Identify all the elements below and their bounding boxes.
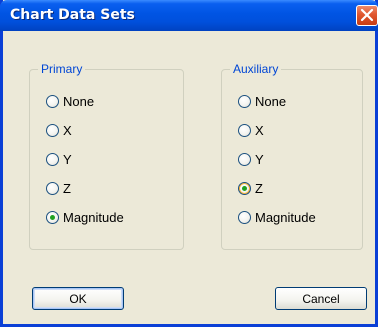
radio-label: None <box>63 93 95 109</box>
primary-radio-z[interactable]: Z <box>46 178 71 198</box>
primary-radio-none[interactable]: None <box>46 91 94 111</box>
auxiliary-radio-x[interactable]: X <box>238 120 264 140</box>
radio-label: Magnitude <box>63 209 124 225</box>
radio-label: X <box>255 122 264 138</box>
radio-button-selected[interactable] <box>238 181 251 195</box>
radio-button[interactable] <box>46 152 59 166</box>
chart-data-sets-dialog: Chart Data Sets Primary None X Y Z Magni… <box>0 0 378 327</box>
primary-group-legend: Primary <box>38 62 86 76</box>
radio-label: Magnitude <box>255 209 316 225</box>
radio-button[interactable] <box>238 94 251 108</box>
radio-label: Z <box>255 180 263 196</box>
ok-button[interactable]: OK <box>32 287 124 310</box>
dialog-title: Chart Data Sets <box>10 7 135 23</box>
radio-label: Y <box>63 151 72 167</box>
radio-button[interactable] <box>46 94 59 108</box>
title-bar[interactable]: Chart Data Sets <box>0 0 378 31</box>
primary-radio-magnitude[interactable]: Magnitude <box>46 207 124 227</box>
auxiliary-group-legend: Auxiliary <box>230 62 282 76</box>
radio-button[interactable] <box>238 152 251 166</box>
radio-button[interactable] <box>238 210 251 224</box>
radio-button[interactable] <box>46 123 59 137</box>
selected-dot-icon <box>50 214 55 220</box>
cancel-button[interactable]: Cancel <box>275 287 367 310</box>
radio-button[interactable] <box>46 181 59 195</box>
auxiliary-group: Auxiliary None X Y Z Magnitude <box>221 62 363 250</box>
primary-radio-y[interactable]: Y <box>46 149 72 169</box>
primary-radio-x[interactable]: X <box>46 120 72 140</box>
radio-label: Y <box>255 151 264 167</box>
selected-dot-icon <box>242 185 247 191</box>
auxiliary-radio-y[interactable]: Y <box>238 149 264 169</box>
close-button[interactable] <box>356 5 378 26</box>
auxiliary-radio-z[interactable]: Z <box>238 178 263 198</box>
radio-label: X <box>63 122 72 138</box>
radio-button[interactable] <box>238 123 251 137</box>
close-icon <box>360 8 374 22</box>
auxiliary-radio-magnitude[interactable]: Magnitude <box>238 207 316 227</box>
primary-group: Primary None X Y Z Magnitude <box>29 62 184 250</box>
auxiliary-radio-none[interactable]: None <box>238 91 286 111</box>
radio-label: None <box>255 93 287 109</box>
radio-button-selected[interactable] <box>46 210 59 224</box>
radio-label: Z <box>63 180 71 196</box>
